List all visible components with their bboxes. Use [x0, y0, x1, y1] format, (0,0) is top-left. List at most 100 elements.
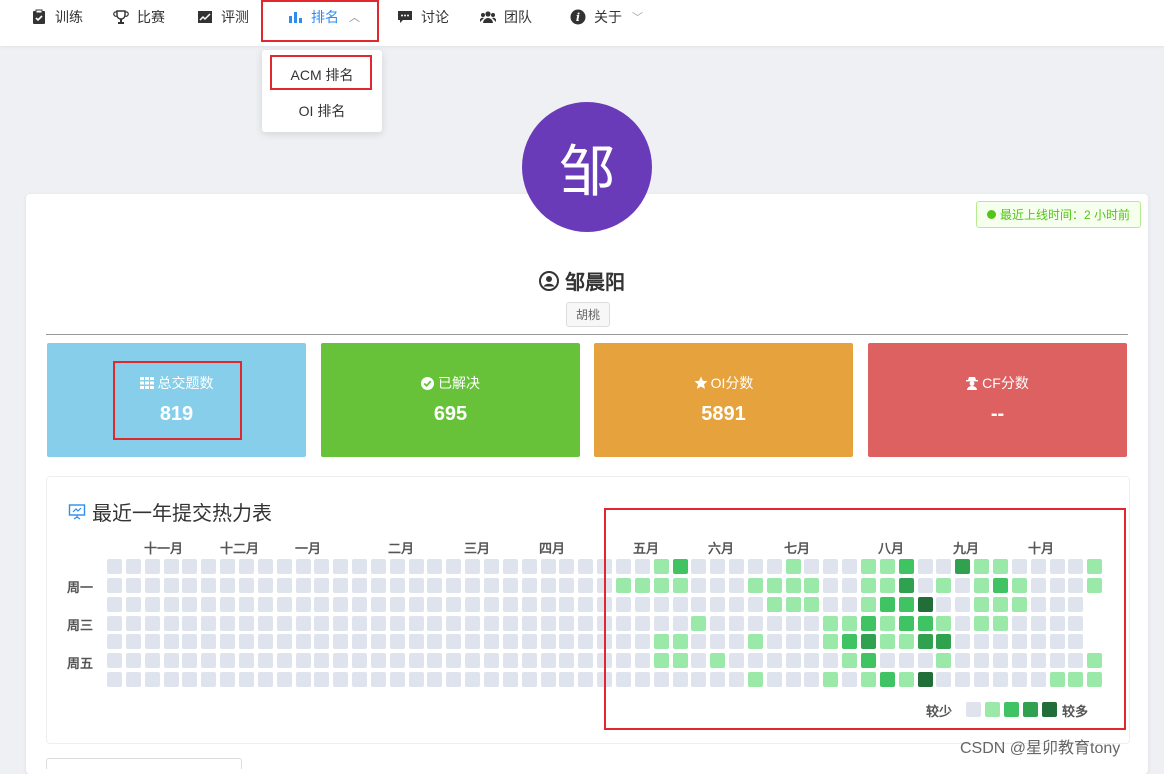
heatmap-cell[interactable]	[258, 578, 273, 593]
heatmap-cell[interactable]	[201, 653, 216, 668]
heatmap-cell[interactable]	[409, 578, 424, 593]
heatmap-cell[interactable]	[164, 559, 179, 574]
heatmap-cell[interactable]	[484, 597, 499, 612]
heatmap-cell[interactable]	[145, 559, 160, 574]
heatmap-cell[interactable]	[578, 653, 593, 668]
heatmap-cell[interactable]	[446, 616, 461, 631]
heatmap-cell[interactable]	[126, 616, 141, 631]
heatmap-cell[interactable]	[145, 672, 160, 687]
heatmap-cell[interactable]	[427, 616, 442, 631]
heatmap-cell[interactable]	[522, 559, 537, 574]
heatmap-cell[interactable]	[503, 597, 518, 612]
heatmap-cell[interactable]	[296, 578, 311, 593]
heatmap-cell[interactable]	[333, 578, 348, 593]
heatmap-cell[interactable]	[182, 653, 197, 668]
heatmap-cell[interactable]	[220, 634, 235, 649]
heatmap-cell[interactable]	[465, 578, 480, 593]
heatmap-cell[interactable]	[559, 559, 574, 574]
heatmap-cell[interactable]	[277, 559, 292, 574]
heatmap-cell[interactable]	[409, 559, 424, 574]
heatmap-cell[interactable]	[559, 672, 574, 687]
heatmap-cell[interactable]	[371, 616, 386, 631]
heatmap-cell[interactable]	[126, 672, 141, 687]
heatmap-cell[interactable]	[164, 597, 179, 612]
heatmap-cell[interactable]	[182, 597, 197, 612]
heatmap-cell[interactable]	[578, 578, 593, 593]
heatmap-cell[interactable]	[371, 597, 386, 612]
heatmap-cell[interactable]	[352, 653, 367, 668]
heatmap-cell[interactable]	[239, 634, 254, 649]
heatmap-cell[interactable]	[390, 597, 405, 612]
heatmap-cell[interactable]	[484, 616, 499, 631]
heatmap-cell[interactable]	[333, 653, 348, 668]
heatmap-cell[interactable]	[126, 634, 141, 649]
heatmap-cell[interactable]	[446, 578, 461, 593]
heatmap-cell[interactable]	[239, 559, 254, 574]
heatmap-cell[interactable]	[446, 559, 461, 574]
heatmap-cell[interactable]	[314, 578, 329, 593]
heatmap-cell[interactable]	[182, 559, 197, 574]
heatmap-cell[interactable]	[503, 559, 518, 574]
heatmap-cell[interactable]	[239, 672, 254, 687]
heatmap-cell[interactable]	[427, 597, 442, 612]
heatmap-cell[interactable]	[220, 672, 235, 687]
nav-item-discussion[interactable]: 讨论	[397, 0, 449, 34]
heatmap-cell[interactable]	[559, 578, 574, 593]
heatmap-cell[interactable]	[239, 578, 254, 593]
heatmap-cell[interactable]	[220, 653, 235, 668]
heatmap-cell[interactable]	[107, 653, 122, 668]
dropdown-item-oi-ranking[interactable]: OI 排名	[262, 101, 382, 121]
heatmap-cell[interactable]	[503, 616, 518, 631]
heatmap-cell[interactable]	[465, 559, 480, 574]
heatmap-cell[interactable]	[333, 559, 348, 574]
heatmap-cell[interactable]	[409, 634, 424, 649]
heatmap-cell[interactable]	[522, 578, 537, 593]
heatmap-cell[interactable]	[277, 672, 292, 687]
heatmap-cell[interactable]	[352, 634, 367, 649]
heatmap-cell[interactable]	[201, 578, 216, 593]
heatmap-cell[interactable]	[277, 616, 292, 631]
heatmap-cell[interactable]	[484, 672, 499, 687]
heatmap-cell[interactable]	[484, 578, 499, 593]
heatmap-cell[interactable]	[409, 672, 424, 687]
heatmap-cell[interactable]	[145, 634, 160, 649]
heatmap-cell[interactable]	[578, 597, 593, 612]
heatmap-cell[interactable]	[258, 559, 273, 574]
heatmap-cell[interactable]	[220, 597, 235, 612]
heatmap-cell[interactable]	[371, 653, 386, 668]
heatmap-cell[interactable]	[201, 597, 216, 612]
heatmap-cell[interactable]	[427, 634, 442, 649]
heatmap-cell[interactable]	[371, 634, 386, 649]
heatmap-cell[interactable]	[201, 672, 216, 687]
heatmap-cell[interactable]	[578, 616, 593, 631]
heatmap-cell[interactable]	[145, 653, 160, 668]
heatmap-cell[interactable]	[484, 653, 499, 668]
heatmap-cell[interactable]	[559, 634, 574, 649]
heatmap-cell[interactable]	[314, 559, 329, 574]
heatmap-cell[interactable]	[220, 578, 235, 593]
heatmap-cell[interactable]	[182, 578, 197, 593]
heatmap-cell[interactable]	[484, 634, 499, 649]
heatmap-cell[interactable]	[314, 597, 329, 612]
heatmap-cell[interactable]	[145, 597, 160, 612]
heatmap-cell[interactable]	[465, 634, 480, 649]
heatmap-cell[interactable]	[522, 634, 537, 649]
heatmap-cell[interactable]	[446, 672, 461, 687]
heatmap-cell[interactable]	[352, 672, 367, 687]
heatmap-cell[interactable]	[107, 578, 122, 593]
heatmap-cell[interactable]	[352, 578, 367, 593]
heatmap-cell[interactable]	[559, 653, 574, 668]
heatmap-cell[interactable]	[107, 616, 122, 631]
heatmap-cell[interactable]	[296, 597, 311, 612]
heatmap-cell[interactable]	[258, 672, 273, 687]
heatmap-cell[interactable]	[522, 597, 537, 612]
heatmap-cell[interactable]	[541, 578, 556, 593]
nav-item-training[interactable]: 训练	[31, 0, 83, 34]
heatmap-cell[interactable]	[522, 616, 537, 631]
heatmap-cell[interactable]	[427, 559, 442, 574]
heatmap-cell[interactable]	[314, 672, 329, 687]
heatmap-cell[interactable]	[107, 559, 122, 574]
heatmap-cell[interactable]	[390, 578, 405, 593]
heatmap-cell[interactable]	[107, 672, 122, 687]
heatmap-cell[interactable]	[390, 672, 405, 687]
